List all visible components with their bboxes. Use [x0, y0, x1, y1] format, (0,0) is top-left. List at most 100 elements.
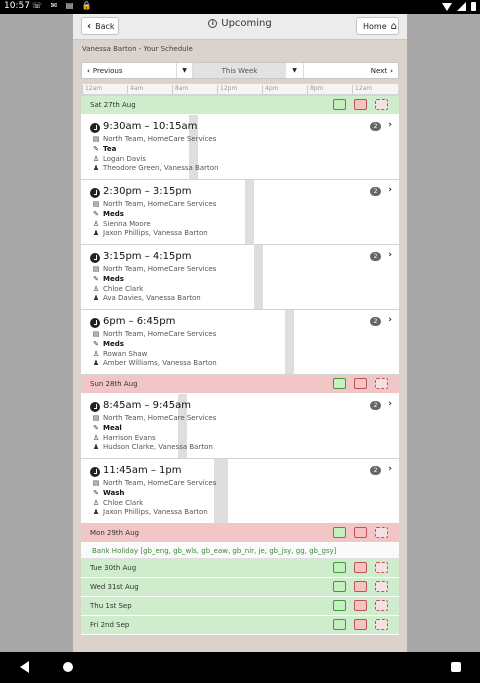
client-icon: ♙: [92, 285, 100, 293]
status-bar: 10:57 ☏ ✉ ▤ 🔒: [0, 0, 480, 14]
available-toggle[interactable]: [333, 99, 346, 110]
maybe-toggle[interactable]: [375, 600, 388, 611]
maybe-toggle[interactable]: [375, 378, 388, 389]
building-icon: ▤: [92, 135, 100, 143]
day-header[interactable]: Tue 30th Aug: [81, 559, 399, 578]
client-icon: ♙: [92, 155, 100, 163]
day-label: Fri 2nd Sep: [90, 621, 130, 629]
shift-card[interactable]: 2:30pm – 3:15pm 2 › ▤ North Team, HomeCar…: [81, 180, 399, 245]
unavailable-toggle[interactable]: [354, 619, 367, 630]
clock-icon: [90, 318, 100, 328]
time-tick: 4am: [127, 85, 143, 94]
shift-time: 11:45am – 1pm: [103, 465, 182, 476]
shift-client: Chloe Clark: [103, 499, 144, 507]
shift-card[interactable]: 6pm – 6:45pm 2 › ▤ North Team, HomeCare S…: [81, 310, 399, 375]
home-button[interactable]: Home ⌂: [356, 17, 399, 35]
page-title-text: Upcoming: [221, 18, 272, 29]
clock-icon: [90, 188, 100, 198]
shift-client: Rowan Shaw: [103, 350, 148, 358]
building-icon: ▤: [92, 414, 100, 422]
unavailable-toggle[interactable]: [354, 99, 367, 110]
time-tick: 12pm: [217, 85, 237, 94]
time-indicator-bar: [245, 180, 254, 244]
shift-card[interactable]: 9:30am – 10:15am 2 › ▤ North Team, HomeCa…: [81, 115, 399, 180]
clock-icon: [90, 123, 100, 133]
building-icon: ▤: [92, 265, 100, 273]
unavailable-toggle[interactable]: [354, 600, 367, 611]
unavailable-toggle[interactable]: [354, 527, 367, 538]
carer-count-badge: 2: [370, 122, 381, 131]
available-toggle[interactable]: [333, 581, 346, 592]
house-icon: ⌂: [390, 20, 397, 32]
building-icon: ▤: [92, 479, 100, 487]
previous-dropdown-toggle[interactable]: ▼: [177, 63, 193, 78]
shift-time: 8:45am – 9:45am: [103, 400, 192, 411]
shift-task: Meal: [103, 424, 122, 432]
shift-task: Meds: [103, 275, 124, 283]
available-toggle[interactable]: [333, 619, 346, 630]
unavailable-toggle[interactable]: [354, 562, 367, 573]
time-indicator-bar: [285, 310, 294, 374]
day-header[interactable]: Mon 29th Aug: [81, 524, 399, 543]
carers-icon: ♟: [92, 164, 100, 172]
chevron-right-icon[interactable]: ›: [388, 250, 392, 260]
available-toggle[interactable]: [333, 600, 346, 611]
day-header[interactable]: Wed 31st Aug: [81, 578, 399, 597]
time-indicator-bar: [214, 459, 228, 523]
previous-week-button[interactable]: ‹ Previous: [82, 63, 177, 78]
clock-icon: [90, 467, 100, 477]
chevron-right-icon[interactable]: ›: [388, 399, 392, 409]
unavailable-toggle[interactable]: [354, 581, 367, 592]
chevron-right-icon[interactable]: ›: [388, 464, 392, 474]
day-header[interactable]: Sat 27th Aug: [81, 96, 399, 115]
time-tick: 8am: [172, 85, 188, 94]
client-icon: ♙: [92, 499, 100, 507]
nav-back-icon[interactable]: [20, 661, 29, 673]
chevron-right-icon[interactable]: ›: [388, 315, 392, 325]
shift-client: Harrison Evans: [103, 434, 156, 442]
maybe-toggle[interactable]: [375, 562, 388, 573]
holiday-notice: Bank Holiday [gb_eng, gb_wls, gb_eaw, gb…: [81, 543, 399, 559]
carer-count-badge: 2: [370, 401, 381, 410]
nav-home-icon[interactable]: [63, 662, 73, 672]
info-icon: i: [208, 19, 218, 28]
chevron-right-icon[interactable]: ›: [388, 185, 392, 195]
shift-task: Meds: [103, 210, 124, 218]
shift-team: North Team, HomeCare Services: [103, 330, 217, 338]
shift-card[interactable]: 8:45am – 9:45am 2 › ▤ North Team, HomeCar…: [81, 394, 399, 459]
unavailable-toggle[interactable]: [354, 378, 367, 389]
caret-down-icon: ▼: [292, 67, 297, 74]
day-label: Sun 28th Aug: [90, 380, 138, 388]
next-week-button[interactable]: Next ›: [302, 63, 398, 78]
shift-task: Wash: [103, 489, 125, 497]
client-icon: ♙: [92, 220, 100, 228]
available-toggle[interactable]: [333, 562, 346, 573]
shift-client: Logan Davis: [103, 155, 146, 163]
maybe-toggle[interactable]: [375, 99, 388, 110]
day-header[interactable]: Sun 28th Aug: [81, 375, 399, 394]
shift-card[interactable]: 3:15pm – 4:15pm 2 › ▤ North Team, HomeCar…: [81, 245, 399, 310]
shift-card[interactable]: 11:45am – 1pm 2 › ▤ North Team, HomeCare …: [81, 459, 399, 524]
maybe-toggle[interactable]: [375, 619, 388, 630]
carer-count-badge: 2: [370, 466, 381, 475]
maybe-toggle[interactable]: [375, 527, 388, 538]
day-header[interactable]: Thu 1st Sep: [81, 597, 399, 616]
available-toggle[interactable]: [333, 378, 346, 389]
carers-icon: ♟: [92, 294, 100, 302]
carer-count-badge: 2: [370, 317, 381, 326]
shift-task: Tea: [103, 145, 117, 153]
day-header[interactable]: Fri 2nd Sep: [81, 616, 399, 635]
app-window: ‹ Back i Upcoming Home ⌂ Vanessa Barton -…: [73, 14, 407, 652]
schedule-subtitle: Vanessa Barton - Your Schedule: [82, 45, 193, 53]
day-label: Wed 31st Aug: [90, 583, 139, 591]
chevron-left-icon: ‹: [87, 66, 90, 75]
available-toggle[interactable]: [333, 527, 346, 538]
shift-carers: Amber Williams, Vanessa Barton: [103, 359, 217, 367]
battery-icon: [471, 2, 476, 11]
chevron-right-icon[interactable]: ›: [388, 120, 392, 130]
nav-recents-icon[interactable]: [451, 662, 461, 672]
this-week-button[interactable]: This Week: [193, 63, 286, 78]
client-icon: ♙: [92, 434, 100, 442]
carers-icon: ♟: [92, 229, 100, 237]
maybe-toggle[interactable]: [375, 581, 388, 592]
